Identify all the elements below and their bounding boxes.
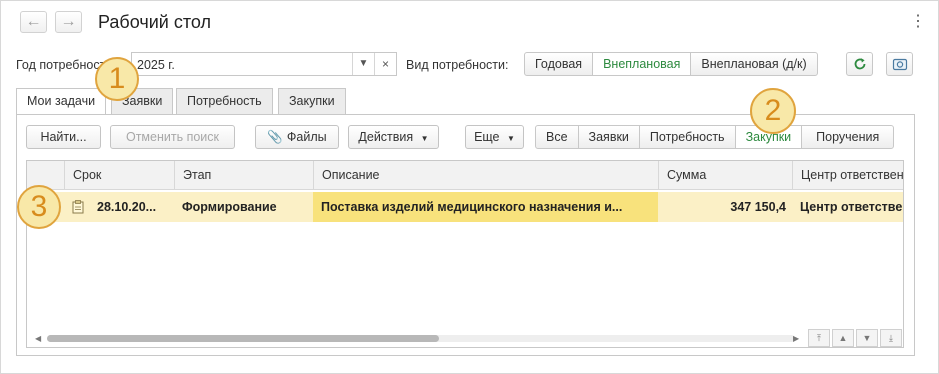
more-vertical-icon[interactable]: ⋮ xyxy=(910,14,926,30)
filter-need[interactable]: Потребность xyxy=(640,126,736,148)
more-label: Еще xyxy=(474,130,500,144)
year-field[interactable]: 2025 г. ▼ × xyxy=(131,52,397,76)
camera-icon xyxy=(892,58,907,71)
column-amount[interactable]: Сумма xyxy=(658,161,792,190)
refresh-icon xyxy=(854,58,865,70)
up-icon: ▲ xyxy=(838,333,848,343)
back-button[interactable]: ← xyxy=(20,11,47,33)
cancel-search-button[interactable]: Отменить поиск xyxy=(110,125,235,149)
paperclip-icon: 📎 xyxy=(267,130,283,144)
tab-my-tasks[interactable]: Мои задачи xyxy=(16,88,107,115)
need-type-switch[interactable]: Годовая Внеплановая Внеплановая (д/к) xyxy=(524,52,818,76)
horizontal-scrollbar[interactable] xyxy=(47,335,795,342)
filter-all[interactable]: Все xyxy=(536,126,579,148)
filter-requests[interactable]: Заявки xyxy=(579,126,640,148)
page-title: Рабочий стол xyxy=(98,12,211,32)
scroll-down-button[interactable]: ▼ xyxy=(856,329,878,347)
annotation-badge-1: 1 xyxy=(95,57,139,101)
need-type-annual[interactable]: Годовая xyxy=(525,53,594,75)
scroll-left-icon[interactable]: ◀ xyxy=(35,334,41,343)
column-deadline[interactable]: Срок xyxy=(64,161,174,190)
actions-button[interactable]: Действия ▼ xyxy=(348,125,439,149)
refresh-button[interactable] xyxy=(846,52,873,76)
caret-down-icon: ▼ xyxy=(507,134,515,143)
year-value: 2025 г. xyxy=(137,58,175,72)
clear-icon[interactable]: × xyxy=(374,53,396,75)
more-button[interactable]: Еще ▼ xyxy=(465,125,524,149)
forward-button[interactable]: → xyxy=(55,11,82,33)
annotation-badge-2: 2 xyxy=(750,88,796,134)
arrow-right-icon: → xyxy=(60,13,77,30)
clipboard-icon xyxy=(72,200,84,217)
down-icon: ▼ xyxy=(862,333,872,343)
annotation-badge-3: 3 xyxy=(17,185,61,229)
scroll-bottom-button[interactable]: ⤓ xyxy=(880,329,902,347)
need-type-unplanned[interactable]: Внеплановая xyxy=(593,53,692,75)
settings-button[interactable] xyxy=(886,52,913,76)
dropdown-icon[interactable]: ▼ xyxy=(352,53,374,75)
scrollbar-thumb[interactable] xyxy=(47,335,439,342)
tab-purchases[interactable]: Закупки xyxy=(278,88,346,114)
table-row[interactable]: 28.10.20... Формирование Поставка издели… xyxy=(27,192,903,222)
find-button[interactable]: Найти... xyxy=(26,125,101,149)
filter-assignments[interactable]: Поручения xyxy=(802,126,893,148)
scroll-top-button[interactable]: ⤒ xyxy=(808,329,830,347)
cell-deadline: 28.10.20... xyxy=(97,200,157,214)
cell-center: Центр ответственности xyxy=(800,200,903,214)
column-center[interactable]: Центр ответственности xyxy=(792,161,903,190)
need-type-unplanned-dk[interactable]: Внеплановая (д/к) xyxy=(691,53,816,75)
scroll-right-icon[interactable]: ▶ xyxy=(793,334,799,343)
need-type-label: Вид потребности: xyxy=(406,58,509,72)
actions-label: Действия xyxy=(358,130,414,144)
cell-description: Поставка изделий медицинского назначения… xyxy=(313,192,658,222)
last-icon: ⤓ xyxy=(889,333,893,343)
tab-need[interactable]: Потребность xyxy=(176,88,273,114)
caret-down-icon: ▼ xyxy=(420,134,429,143)
arrow-left-icon: ← xyxy=(25,13,42,30)
column-description[interactable]: Описание xyxy=(313,161,658,190)
tasks-table: Срок Этап Описание Сумма Центр ответстве… xyxy=(26,160,904,348)
cell-stage: Формирование xyxy=(182,200,277,214)
cell-amount: 347 150,4 xyxy=(730,200,786,214)
task-filter-switch[interactable]: Все Заявки Потребность Закупки Поручения xyxy=(535,125,895,149)
scroll-up-button[interactable]: ▲ xyxy=(832,329,854,347)
files-label: Файлы xyxy=(286,130,327,144)
column-stage[interactable]: Этап xyxy=(174,161,313,190)
first-icon: ⤒ xyxy=(817,333,821,343)
table-header: Срок Этап Описание Сумма Центр ответстве… xyxy=(27,161,903,190)
files-button[interactable]: 📎 Файлы xyxy=(255,125,339,149)
